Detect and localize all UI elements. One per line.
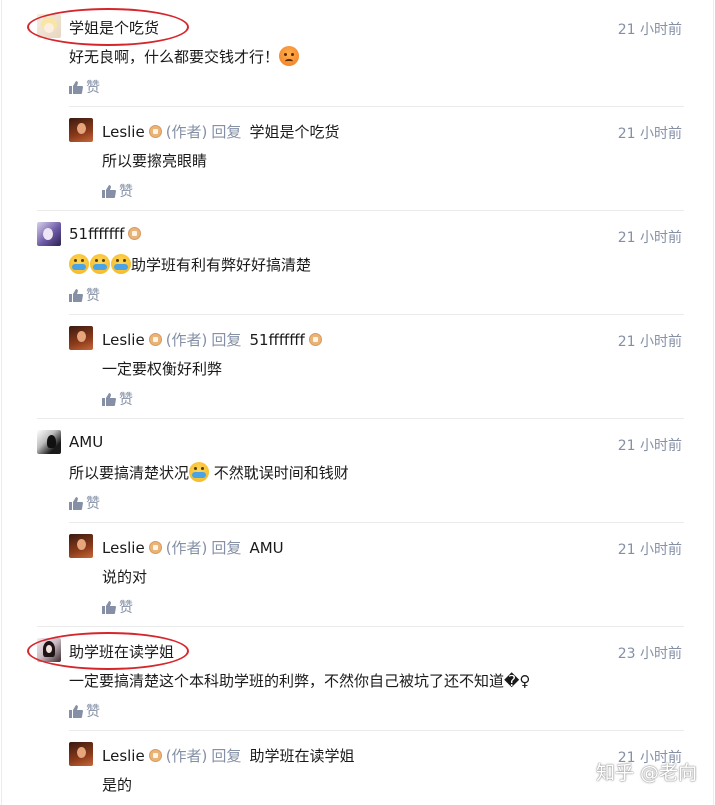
thumbs-up-icon [102, 601, 116, 614]
avatar[interactable] [69, 326, 93, 350]
divider [37, 418, 684, 419]
comment-time: 23 小时前 [617, 646, 682, 662]
thumbs-up-icon [69, 497, 83, 510]
like-button[interactable]: 赞 [102, 597, 133, 617]
like-button[interactable]: 赞 [69, 285, 100, 305]
frame-right-border [713, 0, 714, 805]
comment-text: 说的对 [102, 568, 148, 586]
comment-author-line: Leslie (作者) 回复 学姐是个吃货 [102, 121, 339, 142]
comment-text: 是的 [102, 776, 133, 794]
frame-left-border [1, 0, 2, 805]
angry-emoji [279, 46, 300, 66]
reply-label: 回复 [211, 539, 242, 557]
comment-author[interactable]: 助学班在读学姐 [69, 641, 174, 662]
comment-text: 一定要权衡好利弊 [102, 360, 223, 378]
user-badge-icon [308, 333, 322, 346]
divider [37, 626, 684, 627]
comment-time: 21 小时前 [617, 542, 682, 558]
comment-text: 好无良啊，什么都要交钱才行！ [69, 46, 300, 67]
comment-text: 助学班有利有弊好好搞清楚 [69, 254, 311, 275]
divider [69, 106, 684, 107]
mask-emoji [111, 254, 131, 274]
author-tag: (作者) [165, 331, 208, 349]
divider [69, 314, 684, 315]
comment-time: 21 小时前 [617, 22, 682, 38]
comment-time: 21 小时前 [617, 126, 682, 142]
comment-text: 所以要擦亮眼睛 [102, 152, 208, 170]
thumbs-up-icon [69, 81, 83, 94]
like-button[interactable]: 赞 [102, 181, 133, 201]
thumbs-up-icon [69, 705, 83, 718]
avatar[interactable] [69, 742, 93, 766]
reply-target[interactable]: AMU [249, 539, 283, 557]
comment-author[interactable]: Leslie [102, 747, 145, 765]
comment-text: 一定要搞清楚这个本科助学班的利弊，不然你自己被坑了还不知道�♀ [69, 672, 531, 690]
comment-time: 21 小时前 [617, 334, 682, 350]
author-badge-icon [148, 541, 162, 554]
comment-author-line: Leslie (作者) 回复 AMU [102, 537, 284, 558]
like-button[interactable]: 赞 [69, 493, 100, 513]
author-tag: (作者) [165, 123, 208, 141]
like-button[interactable]: 赞 [69, 701, 100, 721]
comment-author-line: 51fffffff [69, 225, 142, 243]
divider [37, 210, 684, 211]
comment-author[interactable]: Leslie [102, 539, 145, 557]
reply-label: 回复 [211, 747, 242, 765]
comment-author[interactable]: AMU [69, 433, 103, 451]
watermark: 知乎 @老向 [595, 762, 697, 784]
avatar[interactable] [69, 118, 93, 142]
divider [69, 522, 684, 523]
comment-author-line: Leslie (作者) 回复 助学班在读学姐 [102, 745, 354, 766]
comment-author-line: Leslie (作者) 回复 51fffffff [102, 329, 322, 350]
avatar[interactable] [37, 222, 61, 246]
divider [69, 730, 684, 731]
thumbs-up-icon [69, 289, 83, 302]
thumbs-up-icon [102, 393, 116, 406]
avatar[interactable] [37, 14, 61, 38]
reply-target[interactable]: 助学班在读学姐 [249, 747, 354, 765]
mask-emoji [69, 254, 89, 274]
mask-emoji [189, 462, 210, 482]
like-button[interactable]: 赞 [102, 389, 133, 409]
user-badge-icon [128, 227, 142, 240]
avatar[interactable] [37, 430, 61, 454]
mask-emoji [90, 254, 110, 274]
like-button[interactable]: 赞 [69, 77, 100, 97]
author-tag: (作者) [165, 747, 208, 765]
comment-author[interactable]: Leslie [102, 331, 145, 349]
reply-label: 回复 [211, 123, 242, 141]
author-tag: (作者) [165, 539, 208, 557]
reply-target[interactable]: 51fffffff [249, 331, 304, 349]
author-badge-icon [148, 125, 162, 138]
comment-time: 21 小时前 [617, 438, 682, 454]
author-badge-icon [148, 333, 162, 346]
thumbs-up-icon [102, 185, 116, 198]
reply-label: 回复 [211, 331, 242, 349]
author-badge-icon [148, 749, 162, 762]
comment-author[interactable]: Leslie [102, 123, 145, 141]
comment-author[interactable]: 51fffffff [69, 225, 124, 243]
comment-text: 所以要搞清楚状况 不然耽误时间和钱财 [69, 462, 349, 482]
comment-author[interactable]: 学姐是个吃货 [69, 17, 159, 38]
reply-target[interactable]: 学姐是个吃货 [249, 123, 339, 141]
avatar[interactable] [37, 638, 61, 662]
avatar[interactable] [69, 534, 93, 558]
comment-time: 21 小时前 [617, 230, 682, 246]
